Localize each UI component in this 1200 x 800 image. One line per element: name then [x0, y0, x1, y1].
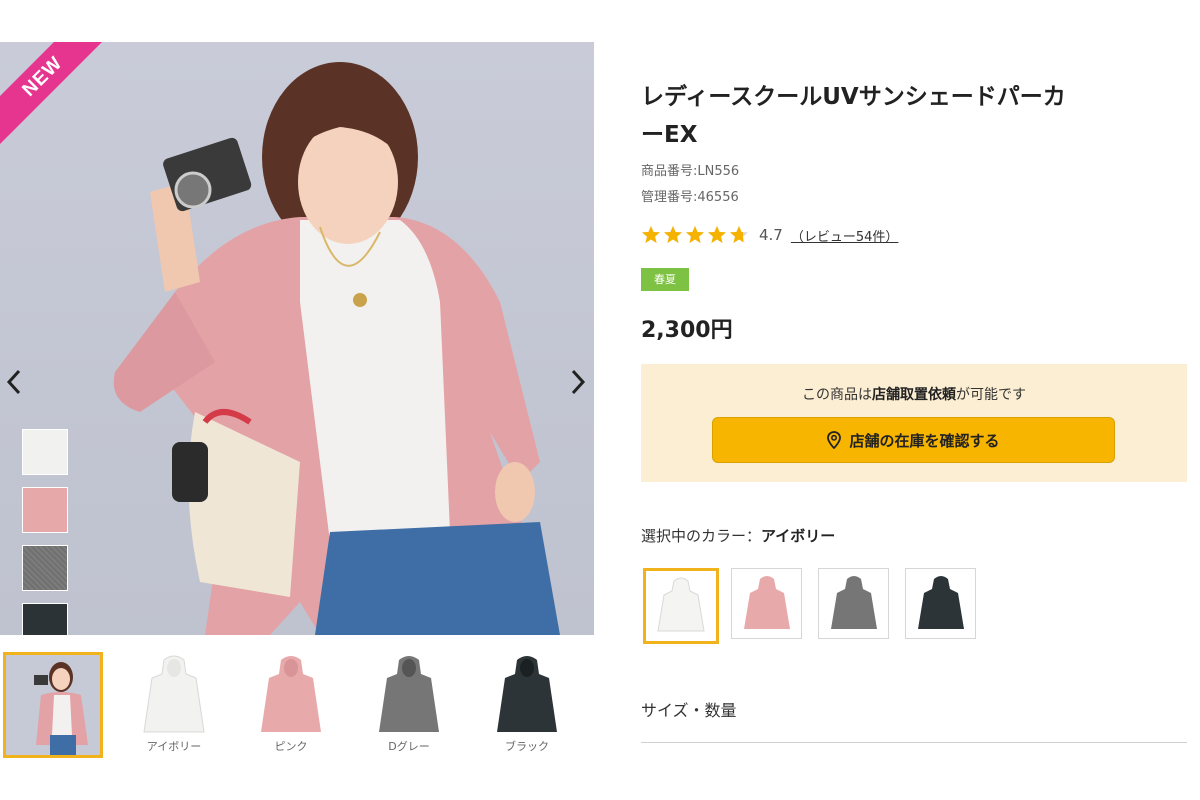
star-icon — [686, 226, 704, 243]
color-option-dark-grey[interactable] — [818, 568, 889, 639]
rating-row: 4.7 （レビュー54件） — [641, 223, 898, 247]
star-icon — [708, 226, 726, 243]
store-pickup-text: この商品は店舗取置依頼が可能です — [641, 384, 1187, 404]
item-number: 商品番号:LN556 — [641, 164, 740, 179]
jacket-pink-image — [261, 656, 321, 732]
jacket-ivory-image — [143, 655, 205, 733]
thumbnail-dark-grey[interactable]: Dグレー — [359, 652, 459, 758]
thumbnail-main[interactable] — [3, 652, 103, 758]
store-pickup-box: この商品は店舗取置依頼が可能です 店舗の在庫を確認する — [641, 364, 1187, 482]
season-badge: 春夏 — [641, 268, 689, 291]
store-text-prefix: この商品は — [802, 387, 872, 403]
color-option-pink[interactable] — [731, 568, 802, 639]
swatch-dark-grey[interactable] — [22, 545, 68, 591]
star-icon — [730, 226, 748, 243]
color-option-ivory[interactable] — [643, 568, 719, 644]
jacket-black-image — [497, 656, 557, 732]
product-title: レディースクールUVサンシェードパーカ ーEX — [641, 78, 1091, 154]
star-icon — [664, 226, 682, 243]
product-title-line1: レディースクールUVサンシェードパーカ — [641, 84, 1066, 110]
thumbnail-label: ピンク — [274, 740, 308, 753]
swatch-black[interactable] — [22, 603, 68, 635]
check-store-stock-label: 店舗の在庫を確認する — [849, 431, 1000, 450]
main-product-image: NEW — [0, 42, 594, 635]
thumbnail-label: ブラック — [505, 740, 549, 753]
color-swatch-list — [22, 429, 68, 635]
product-title-line2: ーEX — [641, 122, 698, 148]
selected-color-value: アイボリー — [761, 527, 836, 545]
selected-color-label: 選択中のカラー：アイボリー — [641, 525, 835, 546]
map-pin-icon — [827, 431, 842, 449]
jacket-ivory-image — [657, 577, 705, 632]
divider — [641, 742, 1187, 743]
store-text-suffix: が可能です — [956, 387, 1026, 403]
jacket-dark-grey-image — [379, 656, 439, 732]
rating-stars — [641, 225, 749, 245]
jacket-black-image — [918, 576, 964, 629]
jacket-pink-image — [744, 576, 790, 629]
price: 2,300円 — [641, 318, 733, 343]
management-number: 管理番号:46556 — [641, 190, 739, 205]
selected-color-prefix: 選択中のカラー： — [641, 527, 762, 545]
star-icon — [642, 226, 660, 243]
next-image-button[interactable] — [566, 364, 590, 400]
chevron-left-icon — [6, 369, 21, 395]
thumbnail-ivory[interactable]: アイボリー — [124, 652, 224, 758]
color-option-black[interactable] — [905, 568, 976, 639]
thumbnail-label: Dグレー — [388, 740, 430, 753]
size-quantity-label: サイズ・数量 — [641, 701, 737, 720]
chevron-right-icon — [571, 369, 586, 395]
model-photo — [113, 62, 560, 635]
store-text-bold: 店舗取置依頼 — [872, 387, 956, 403]
thumbnail-black[interactable]: ブラック — [477, 652, 577, 758]
review-link[interactable]: （レビュー54件） — [791, 226, 899, 245]
prev-image-button[interactable] — [2, 364, 26, 400]
jacket-dark-grey-image — [831, 576, 877, 629]
thumbnail-image — [6, 655, 100, 755]
swatch-ivory[interactable] — [22, 429, 68, 475]
thumbnail-label: アイボリー — [146, 740, 202, 753]
thumbnail-strip: アイボリー ピンク Dグレー ブラック — [0, 652, 594, 760]
thumbnail-pink[interactable]: ピンク — [241, 652, 341, 758]
rating-value: 4.7 — [759, 226, 783, 244]
check-store-stock-button[interactable]: 店舗の在庫を確認する — [712, 417, 1115, 463]
swatch-pink[interactable] — [22, 487, 68, 533]
